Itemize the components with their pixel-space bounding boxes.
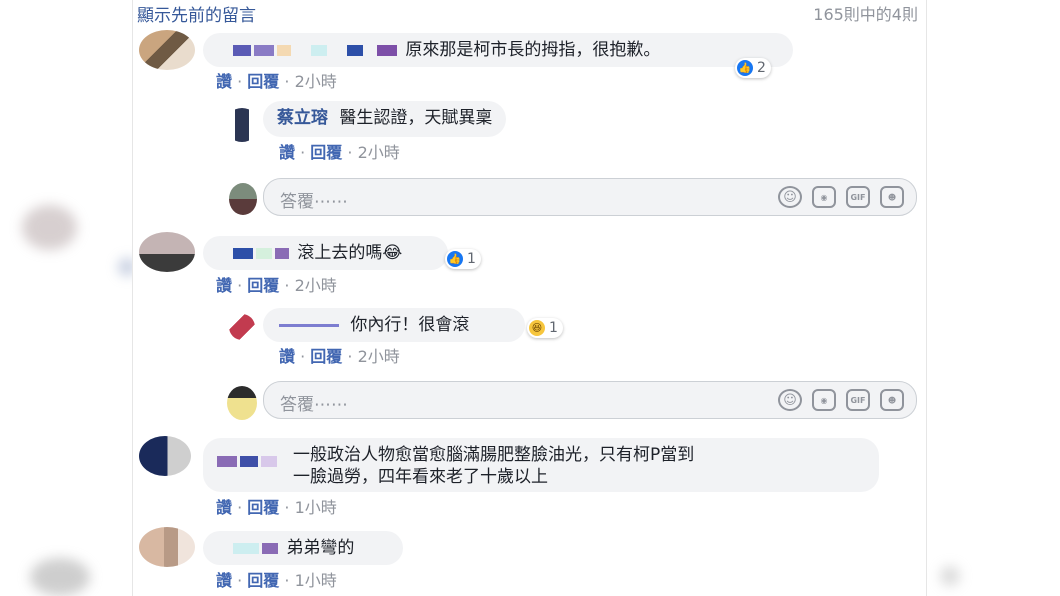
reply-link[interactable]: 回覆 (247, 276, 279, 295)
redacted-name (233, 247, 253, 259)
reply-link[interactable]: 回覆 (247, 571, 279, 590)
comment-actions: 讚 · 回覆 · 2小時 (216, 276, 337, 295)
timestamp[interactable]: 1小時 (295, 571, 337, 590)
like-reaction-icon: 👍 (737, 60, 753, 76)
like-link[interactable]: 讚 (216, 72, 232, 91)
reply-bubble: 你內行！很會滾 (263, 308, 525, 342)
reply-text: 醫生認證，天賦異稟 (339, 108, 493, 128)
redacted-name (254, 44, 274, 56)
reply-input[interactable]: 答覆⋯⋯ ☺ ◉ GIF ☻ (263, 178, 917, 216)
comment-text-line-2: 一臉過勞，四年看來老了十歲以上 (293, 467, 548, 487)
reaction-count: 1 (467, 251, 476, 267)
redacted-name (233, 44, 251, 56)
avatar[interactable] (139, 30, 195, 70)
redacted-name (217, 456, 280, 467)
comment-bubble: 一般政治人物愈當愈腦滿腸肥整臉油光，只有柯P當到 一臉過勞，四年看來老了十歲以上 (203, 438, 879, 492)
like-link[interactable]: 讚 (279, 347, 295, 366)
camera-icon[interactable]: ◉ (812, 186, 836, 208)
like-link[interactable]: 讚 (216, 276, 232, 295)
reaction-count: 2 (757, 60, 766, 76)
redacted-name (262, 542, 278, 554)
reply-link[interactable]: 回覆 (247, 498, 279, 517)
comments-header: 顯示先前的留言 165則中的4則 (137, 0, 918, 26)
reply-placeholder: 答覆⋯⋯ (280, 192, 348, 212)
reply-tools: ☺ ◉ GIF ☻ (778, 389, 904, 411)
comment-bubble: 原來那是柯市長的拇指，很抱歉。 (203, 33, 793, 67)
blurred-background-shape (30, 558, 90, 596)
redacted-name (311, 44, 327, 56)
reaction-count: 1 (549, 320, 558, 336)
redacted-name (377, 44, 397, 56)
like-link[interactable]: 讚 (216, 498, 232, 517)
reply-link[interactable]: 回覆 (310, 143, 342, 162)
avatar[interactable] (225, 108, 259, 142)
reply-link[interactable]: 回覆 (310, 347, 342, 366)
comment-bubble: 滾上去的嗎😂 (203, 236, 448, 270)
gif-icon[interactable]: GIF (846, 389, 870, 411)
comment-text: 弟弟彎的 (286, 538, 355, 558)
comment-actions: 讚 · 回覆 · 1小時 (216, 571, 337, 590)
avatar[interactable] (139, 527, 195, 567)
comment-text: 原來那是柯市長的拇指，很抱歉。 (405, 40, 661, 60)
redacted-name (275, 247, 289, 259)
avatar (229, 183, 257, 215)
like-link[interactable]: 讚 (279, 143, 295, 162)
reply-link[interactable]: 回覆 (247, 72, 279, 91)
avatar[interactable] (139, 232, 195, 272)
reply-input[interactable]: 答覆⋯⋯ ☺ ◉ GIF ☻ (263, 381, 917, 419)
timestamp[interactable]: 2小時 (358, 347, 400, 366)
smiley-icon[interactable]: ☺ (778, 186, 802, 208)
like-link[interactable]: 讚 (216, 571, 232, 590)
reaction-summary[interactable]: 😆 1 (527, 318, 563, 338)
reply-bubble: 蔡立瑢 醫生認證，天賦異稟 (263, 101, 507, 137)
timestamp[interactable]: 1小時 (295, 498, 337, 517)
comment-text: 滾上去的嗎😂 (297, 243, 403, 263)
comment-text-line-1: 一般政治人物愈當愈腦滿腸肥整臉油光，只有柯P當到 (293, 445, 695, 465)
sticker-icon[interactable]: ☻ (880, 186, 904, 208)
avatar[interactable] (229, 314, 255, 340)
reply-actions: 讚 · 回覆 · 2小時 (279, 347, 400, 366)
comment-count: 165則中的4則 (813, 5, 918, 24)
redacted-name (279, 323, 339, 327)
avatar (227, 386, 257, 420)
reply-text: 你內行！很會滾 (350, 315, 470, 335)
comment-actions: 讚 · 回覆 · 1小時 (216, 498, 337, 517)
reply-actions: 讚 · 回覆 · 2小時 (279, 143, 400, 162)
haha-reaction-icon: 😆 (529, 320, 545, 336)
redacted-name (277, 44, 291, 56)
like-reaction-icon: 👍 (447, 251, 463, 267)
comment-bubble: 弟弟彎的 (203, 531, 403, 565)
blurred-background-shape (22, 205, 77, 250)
timestamp[interactable]: 2小時 (295, 276, 337, 295)
timestamp[interactable]: 2小時 (295, 72, 337, 91)
comment-actions: 讚 · 回覆 · 2小時 (216, 72, 337, 91)
comments-panel: 顯示先前的留言 165則中的4則 原來那是柯市長的拇指，很抱歉。 👍 2 讚 ·… (132, 0, 927, 596)
reply-author-name[interactable]: 蔡立瑢 (277, 108, 328, 128)
timestamp[interactable]: 2小時 (358, 143, 400, 162)
sticker-icon[interactable]: ☻ (880, 389, 904, 411)
smiley-icon[interactable]: ☺ (778, 389, 802, 411)
blurred-background-shape (940, 566, 960, 586)
redacted-name (347, 44, 363, 56)
reply-tools: ☺ ◉ GIF ☻ (778, 186, 904, 208)
reply-placeholder: 答覆⋯⋯ (280, 395, 348, 415)
avatar[interactable] (139, 436, 191, 476)
camera-icon[interactable]: ◉ (812, 389, 836, 411)
show-previous-comments-link[interactable]: 顯示先前的留言 (137, 1, 256, 26)
reaction-summary[interactable]: 👍 2 (735, 58, 771, 78)
redacted-name (256, 247, 272, 259)
reaction-summary[interactable]: 👍 1 (445, 249, 481, 269)
gif-icon[interactable]: GIF (846, 186, 870, 208)
redacted-name (233, 542, 259, 554)
